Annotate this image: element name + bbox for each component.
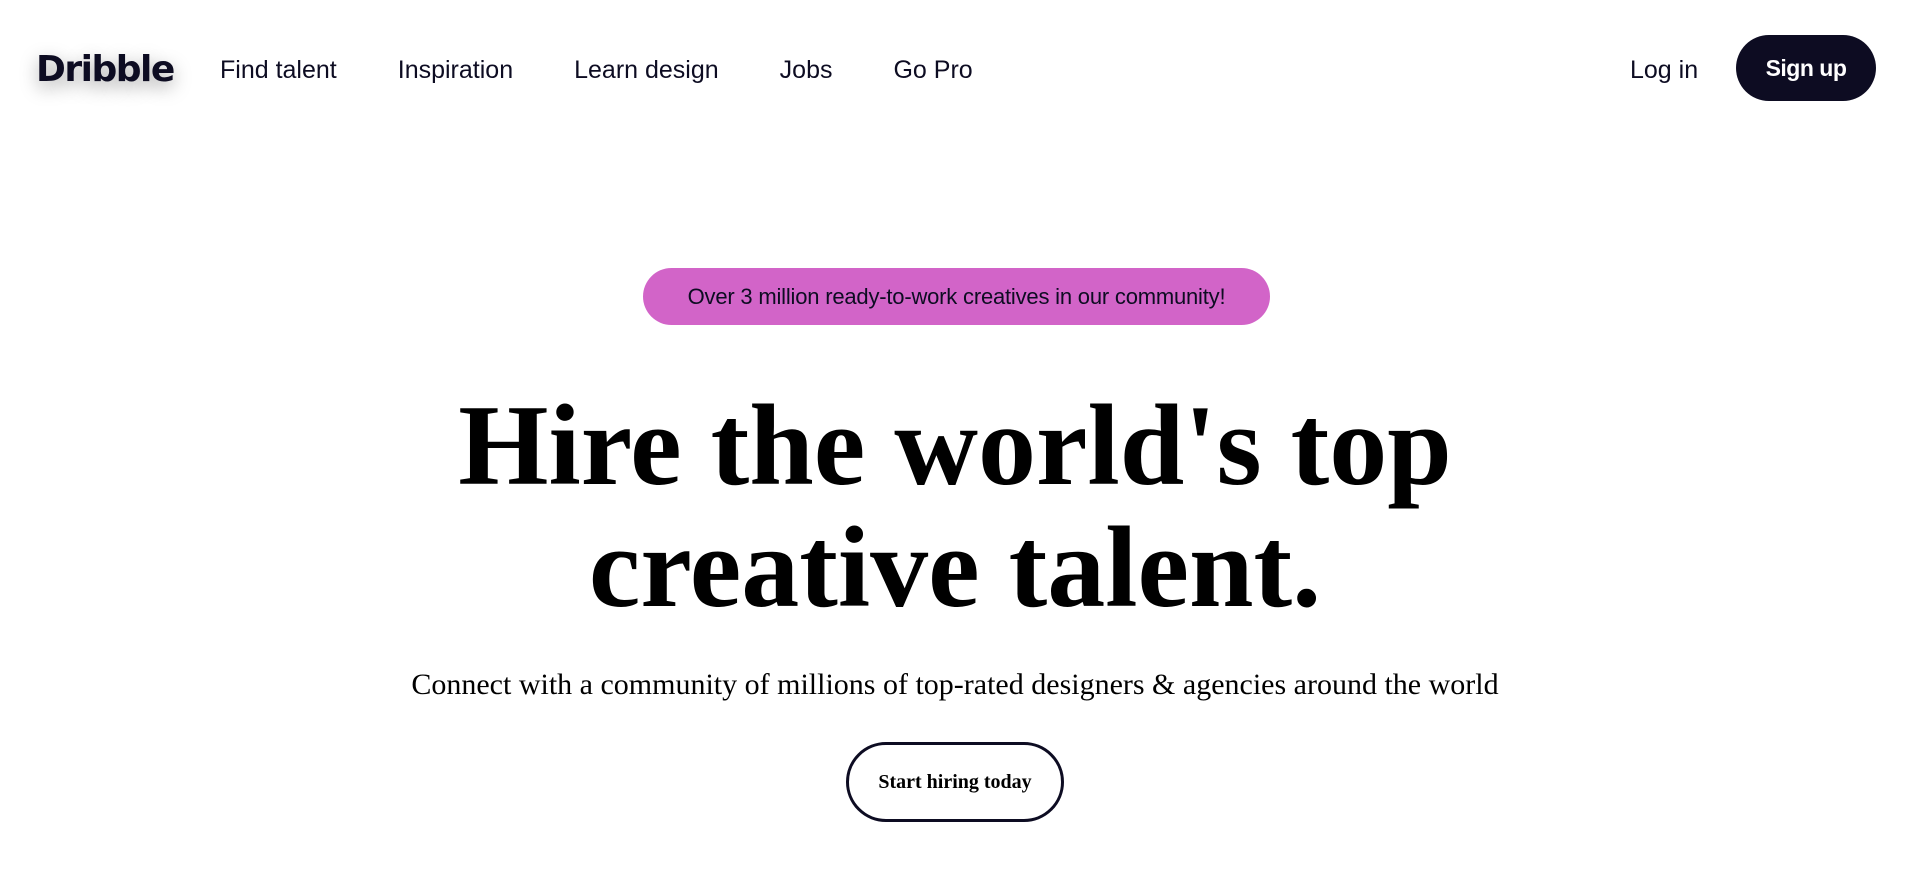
nav-item-inspiration[interactable]: Inspiration xyxy=(398,50,513,90)
nav-item-jobs[interactable]: Jobs xyxy=(780,50,833,90)
site-header: Dribble Find talent Inspiration Learn de… xyxy=(0,0,1910,138)
hero-subheadline: Connect with a community of millions of … xyxy=(411,668,1499,701)
logo[interactable]: Dribble xyxy=(36,46,175,94)
hero-headline: Hire the world's top creative talent. xyxy=(0,385,1910,629)
nav-item-go-pro[interactable]: Go Pro xyxy=(893,50,972,90)
community-badge: Over 3 million ready-to-work creatives i… xyxy=(643,268,1270,325)
main-nav: Find talent Inspiration Learn design Job… xyxy=(220,50,1034,90)
start-hiring-button[interactable]: Start hiring today xyxy=(846,742,1064,822)
nav-item-find-talent[interactable]: Find talent xyxy=(220,50,337,90)
hero-headline-line-2: creative talent. xyxy=(588,504,1322,632)
hero-headline-line-1: Hire the world's top xyxy=(458,382,1452,510)
nav-item-learn-design[interactable]: Learn design xyxy=(574,50,719,90)
signup-button[interactable]: Sign up xyxy=(1736,35,1876,101)
login-link[interactable]: Log in xyxy=(1630,50,1698,90)
